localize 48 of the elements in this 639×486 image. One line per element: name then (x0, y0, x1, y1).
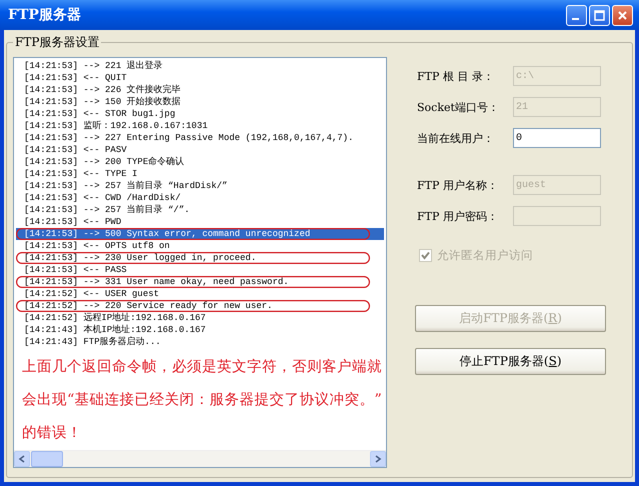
annotation-note: 会出现“基础连接已经关闭：服务器提交了协议冲突。” (22, 391, 383, 410)
server-button[interactable]: 停止FTP服务器(S) (415, 348, 606, 375)
log-list[interactable] (13, 57, 387, 468)
field-label: FTP 用户名称： (417, 178, 499, 192)
log-line[interactable]: [14:21:53] <-- QUIT (16, 72, 384, 84)
log-line[interactable]: [14:21:53] <-- OPTS utf8 on (16, 240, 384, 252)
scroll-left-button[interactable] (14, 451, 30, 467)
scroll-thumb[interactable] (31, 451, 63, 467)
log-line[interactable]: [14:21:53] --> 230 User logged in, proceed. (16, 252, 384, 264)
log-line[interactable]: [14:21:52] <-- USER guest (16, 288, 384, 300)
minimize-button[interactable] (566, 4, 587, 26)
log-line[interactable]: [14:21:53] <-- PWD (16, 216, 384, 228)
field-label: FTP 用户密码： (417, 208, 499, 224)
horizontal-scrollbar[interactable] (14, 450, 386, 467)
field-label: FTP 根 目 录： (417, 68, 495, 84)
log-line[interactable]: [14:21:53] <-- PASV (16, 144, 384, 156)
log-line[interactable]: [14:21:52] 远程IP地址:192.168.0.167 (16, 312, 384, 324)
log-line[interactable]: [14:21:53] <-- TYPE I (16, 168, 384, 180)
close-icon (617, 10, 628, 20)
annotation-note: 上面几个返回命令帧，必须是英文字符，否则客户端就 (22, 358, 383, 377)
log-line[interactable]: [14:21:53] <-- PASS (16, 264, 384, 276)
input-field[interactable]: 0 (513, 128, 601, 148)
log-line[interactable]: [14:21:53] --> 221 退出登录 (16, 60, 384, 72)
maximize-icon (594, 10, 605, 20)
log-line[interactable]: [14:21:53] --> 257 当前目录 “HardDisk/” (16, 180, 384, 192)
field-label: 当前在线用户： (417, 130, 495, 146)
check-icon (421, 251, 430, 260)
log-line[interactable]: [14:21:53] --> 227 Entering Passive Mode (192,168,0,167,4,7). (16, 132, 384, 144)
log-line[interactable]: [14:21:53] --> 331 User name okay, need password. (16, 276, 384, 288)
log-line[interactable]: [14:21:52] --> 220 Service ready for new user. (16, 300, 384, 312)
minimize-icon (572, 18, 578, 20)
log-line[interactable]: [14:21:43] 本机IP地址:192.168.0.167 (16, 324, 384, 336)
field-label: Socket端口号： (417, 100, 500, 114)
log-line[interactable]: [14:21:53] --> 200 TYPE命令确认 (16, 156, 384, 168)
log-line[interactable]: [14:21:43] FTP服务器启动... (16, 336, 384, 348)
maximize-button[interactable] (589, 4, 610, 26)
annotation-note: 的错误！ (22, 424, 83, 443)
window-title: FTP服务器 (8, 6, 81, 24)
log-line[interactable]: [14:21:53] <-- CWD /HardDisk/ (16, 192, 384, 204)
checkbox-label: 允许匿名用户访问 (437, 248, 533, 263)
scroll-right-button[interactable] (370, 451, 386, 467)
log-line[interactable]: [14:21:53] --> 150 开始接收数据 (16, 96, 384, 108)
log-line[interactable]: [14:21:53] --> 226 文件接收完毕 (16, 84, 384, 96)
group-title: FTP服务器设置 (14, 34, 100, 51)
close-button[interactable] (612, 4, 633, 26)
log-line[interactable]: [14:21:53] 监听：192.168.0.167:1031 (16, 120, 384, 132)
log-line[interactable]: [14:21:53] <-- STOR bug1.jpg (16, 108, 384, 120)
log-line[interactable]: [14:21:53] --> 257 当前目录 “/”. (16, 204, 384, 216)
